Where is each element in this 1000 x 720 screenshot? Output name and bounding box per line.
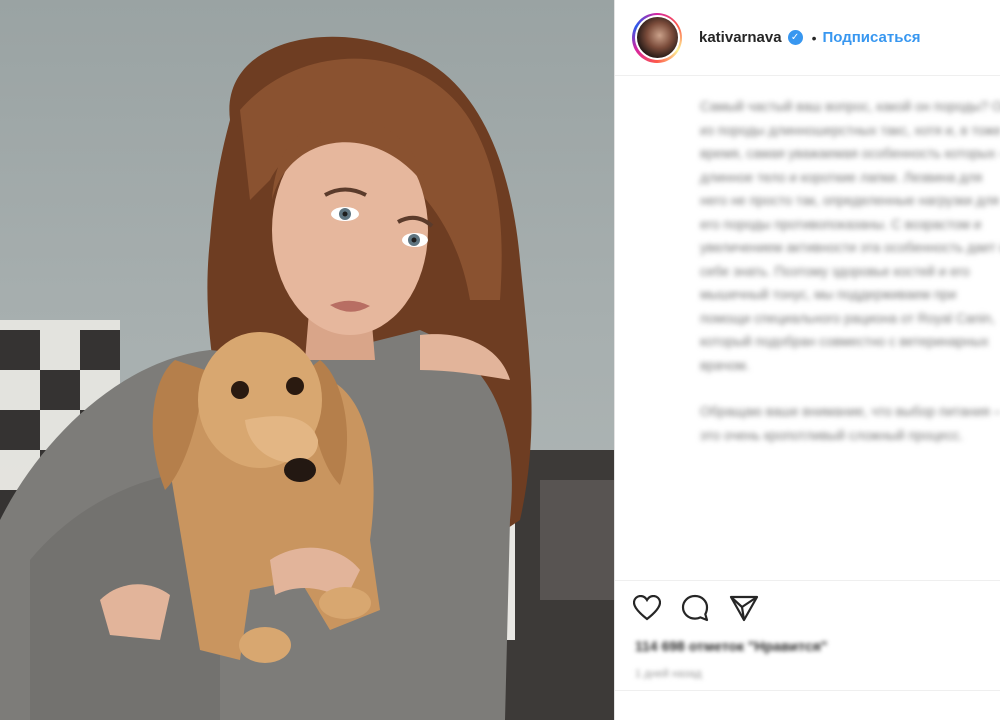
- post-timestamp[interactable]: 1 дней назад: [635, 668, 702, 680]
- username-link[interactable]: kativarnava: [699, 29, 782, 46]
- comment-divider: [615, 690, 1000, 691]
- follow-button[interactable]: Подписаться: [822, 29, 920, 46]
- separator-dot: •: [811, 29, 817, 46]
- comment-icon[interactable]: [681, 594, 709, 622]
- actions-divider: [615, 580, 1000, 581]
- post-sidebar: kativarnava ✓ • Подписаться Самый частый…: [615, 0, 1000, 720]
- caption-paragraph: Обращаю ваше внимание, что выбор питания…: [700, 404, 1000, 443]
- caption-paragraph: Самый частый ваш вопрос, какой он породы…: [700, 99, 1000, 373]
- post-photo[interactable]: [0, 0, 614, 720]
- avatar[interactable]: [632, 12, 682, 63]
- verified-badge-icon: ✓: [787, 30, 803, 45]
- share-icon[interactable]: [729, 594, 759, 622]
- post-caption: Самый частый ваш вопрос, какой он породы…: [700, 95, 1000, 470]
- avatar-image: [636, 17, 678, 58]
- avatar-inner: [634, 15, 680, 60]
- likes-count[interactable]: 114 698 отметок "Нравится": [635, 638, 827, 654]
- photo-illustration: [0, 36, 614, 720]
- post-header: kativarnava ✓ • Подписаться: [615, 0, 1000, 76]
- heart-icon[interactable]: [633, 595, 661, 621]
- action-icons: [633, 594, 759, 622]
